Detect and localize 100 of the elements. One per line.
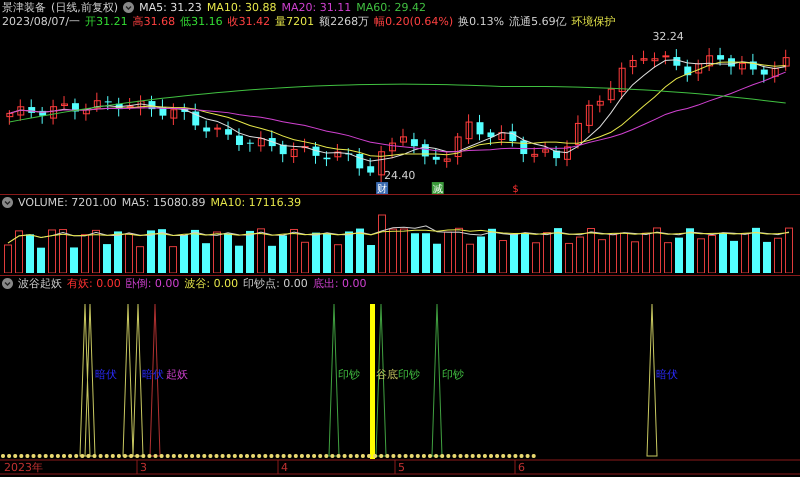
candlestick [728, 54, 735, 76]
candlestick [750, 53, 757, 76]
candlestick [356, 148, 364, 176]
volume-bar [543, 232, 551, 273]
volume-bar [246, 230, 254, 273]
candlestick [290, 142, 298, 164]
volume-bar [15, 230, 23, 273]
axis-label: 2023年 [4, 461, 43, 474]
candlestick [673, 48, 680, 71]
volume-bar [92, 230, 100, 273]
candlestick [760, 65, 768, 84]
candlestick [574, 114, 582, 150]
candlestick [608, 80, 615, 104]
volume-bar [37, 248, 45, 273]
candlestick [706, 48, 714, 72]
volume-bar [147, 230, 155, 273]
volume-bar [4, 244, 12, 273]
volume-value: MA10: 17116.39 [210, 196, 302, 208]
volume-bar [741, 233, 749, 273]
dropdown-icon[interactable] [2, 196, 13, 208]
candlestick [454, 132, 462, 166]
volume-bar [356, 228, 364, 273]
volume-bar [389, 228, 397, 273]
volume-bar [114, 231, 122, 273]
volume-bar [191, 230, 199, 273]
period-label: (日线,前复权) [51, 0, 118, 14]
candlestick [126, 98, 134, 110]
volume-bar [312, 232, 320, 273]
volume-bar [433, 244, 441, 273]
indicator-value: 波谷: 0.00 [184, 276, 238, 290]
volume-bar [70, 247, 78, 273]
volume-bar [422, 233, 430, 273]
candlestick [334, 144, 342, 162]
quote-field: 额2268万 [319, 14, 370, 28]
signal-label: 印钞 [338, 368, 360, 381]
candlestick [72, 98, 79, 120]
candlestick [684, 59, 692, 82]
volume-bar [554, 228, 562, 273]
indicator-value: 卧倒: 0.00 [126, 276, 180, 290]
candlestick [258, 130, 265, 152]
candlestick [640, 50, 648, 64]
event-marker[interactable]: 财 [376, 182, 388, 194]
candlestick [170, 102, 178, 126]
volume-bar [675, 238, 683, 273]
candlestick [509, 123, 516, 148]
candlestick [138, 94, 145, 116]
candlestick [214, 124, 222, 138]
candlestick [192, 103, 200, 131]
candlestick [662, 50, 670, 65]
event-marker[interactable]: 减 [432, 182, 444, 194]
quote-field: 收31.42 [228, 14, 270, 28]
candlestick [367, 158, 374, 176]
candlestick [553, 146, 560, 167]
dropdown-icon[interactable] [123, 2, 134, 12]
indicator-value: 底出: 0.00 [312, 276, 367, 290]
volume-bar [455, 228, 463, 273]
candlestick [630, 54, 637, 75]
high-price-label: 32.24 [652, 30, 684, 43]
candlestick [302, 138, 309, 153]
quote-field: 幅0.20(0.64%) [374, 14, 454, 28]
candlestick [432, 148, 440, 165]
volume-bar [444, 232, 452, 273]
volume-bar [686, 228, 694, 273]
volume-bar [774, 238, 782, 273]
volume-bar [213, 232, 221, 273]
quote-field: 流通5.69亿 [509, 14, 567, 28]
volume-bar [532, 242, 540, 273]
volume-bar [48, 229, 56, 273]
candlestick [586, 100, 593, 134]
candlestick [268, 130, 276, 152]
volume-bar [103, 244, 111, 273]
candlestick [738, 55, 746, 76]
volume-bar [367, 245, 375, 273]
volume-bar [290, 229, 298, 273]
volume-bar [301, 242, 309, 273]
volume-bar [752, 228, 760, 273]
candlestick [116, 97, 123, 117]
volume-bar [565, 242, 573, 273]
dropdown-icon[interactable] [2, 278, 13, 288]
volume-bar [642, 232, 650, 273]
volume-bar [730, 240, 738, 273]
signal-label: 暗伏 [95, 368, 117, 381]
candlestick [466, 114, 473, 144]
quote-field: 环境保护 [572, 14, 616, 28]
ma-value: MA10: 30.88 [206, 0, 277, 14]
volume-bar [510, 234, 518, 273]
axis-label: 6 [518, 461, 525, 474]
candlestick [225, 120, 232, 140]
volume-bar [488, 228, 496, 273]
quote-field: 换0.13% [458, 14, 504, 28]
candlestick [596, 94, 604, 113]
stock-name: 景津装备 [2, 0, 46, 14]
candlestick [50, 99, 58, 125]
signal-label: 暗伏 [656, 368, 678, 381]
candlestick [280, 140, 287, 163]
candlestick [564, 140, 571, 167]
volume-bar [26, 234, 34, 273]
volume-bar [400, 228, 408, 273]
volume-bar [268, 246, 276, 273]
event-marker[interactable]: $ [512, 184, 519, 194]
